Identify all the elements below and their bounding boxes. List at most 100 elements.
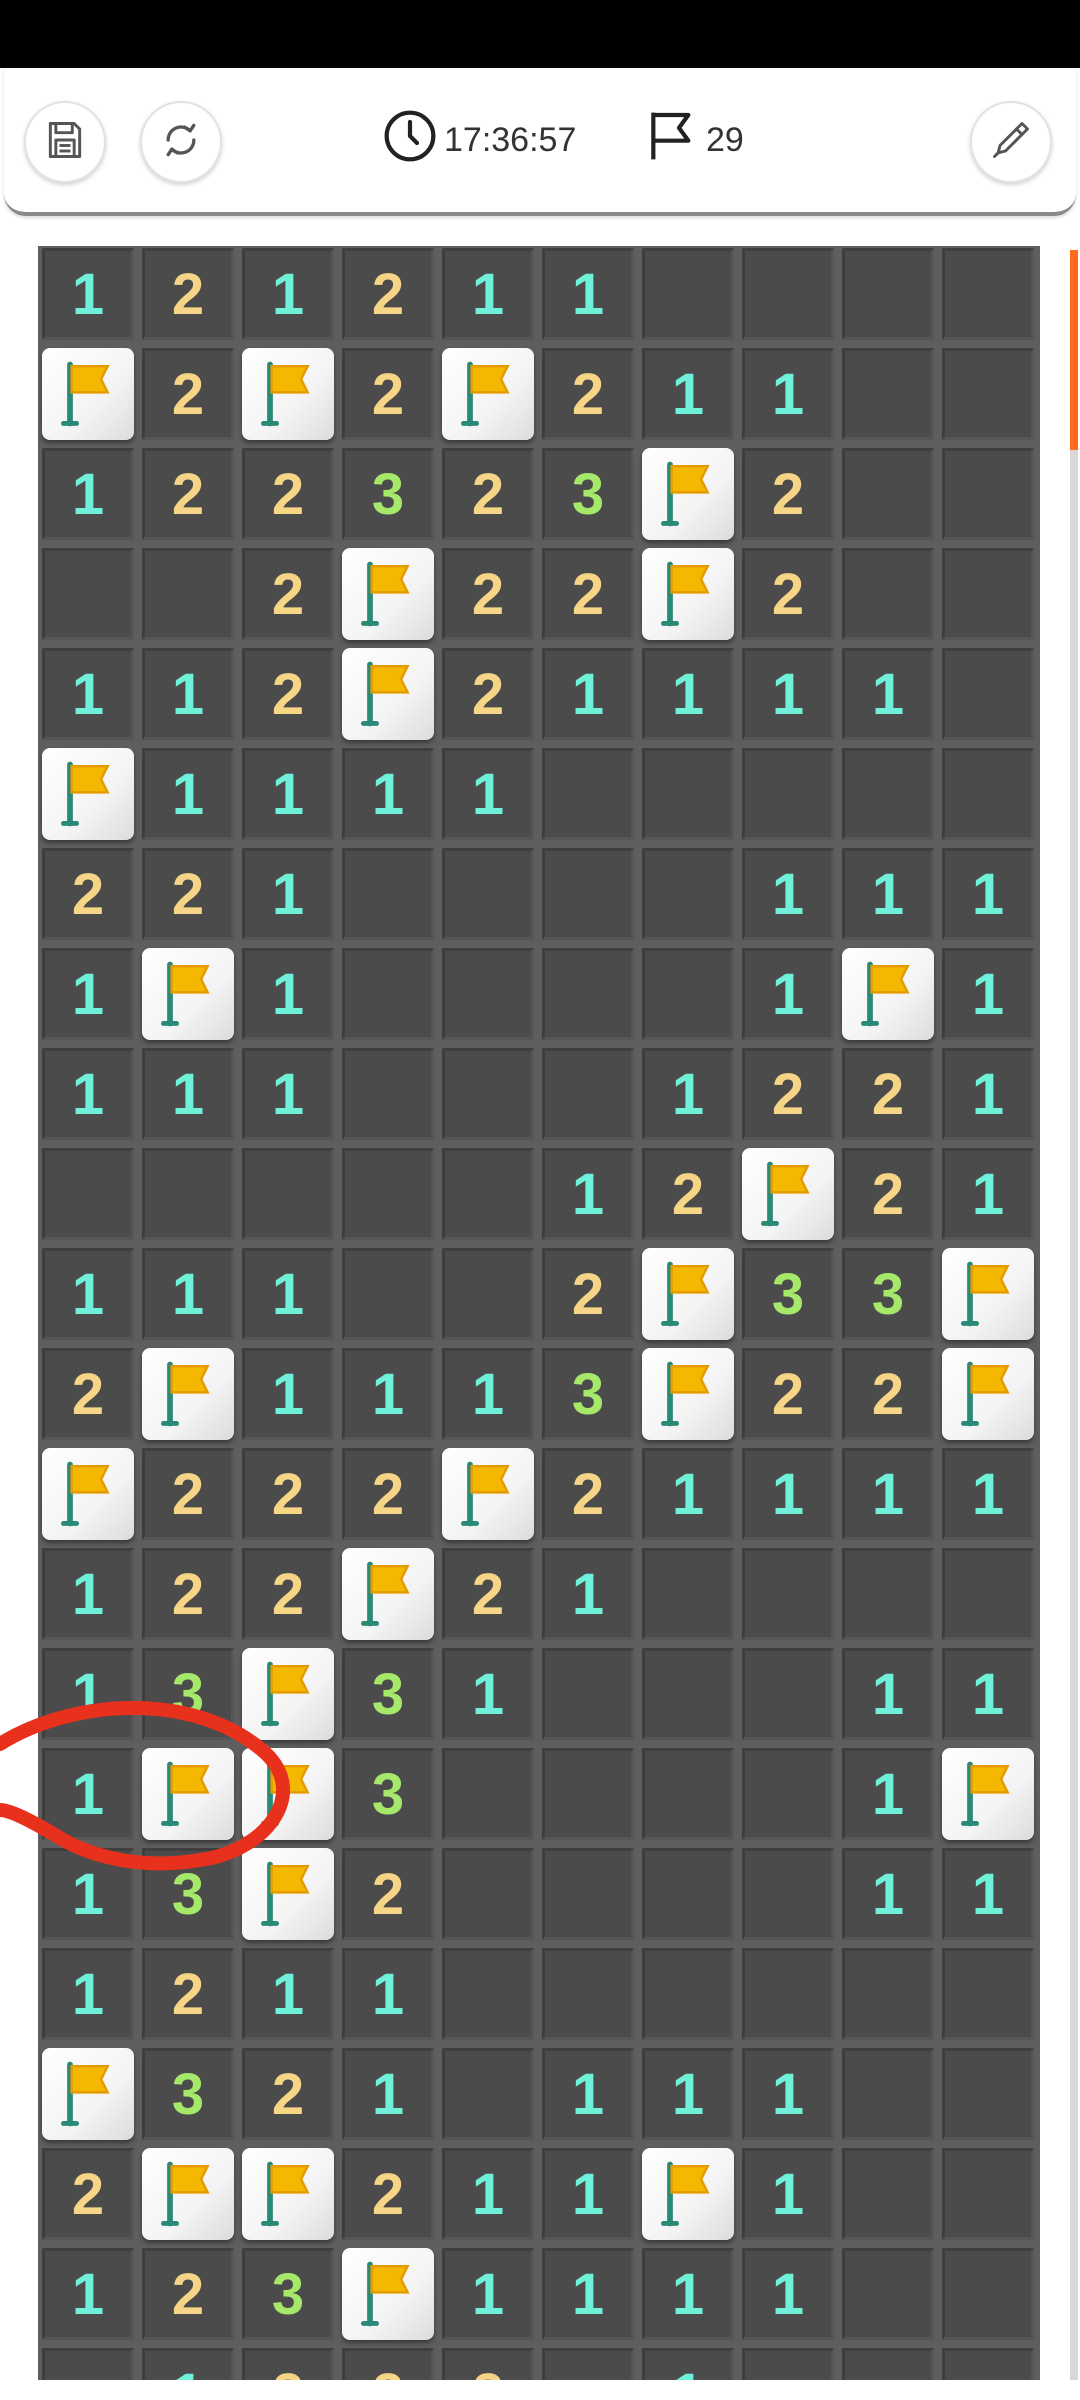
- number-cell[interactable]: 2: [342, 1448, 434, 1540]
- empty-cell[interactable]: [942, 1548, 1034, 1640]
- empty-cell[interactable]: [742, 1848, 834, 1940]
- empty-cell[interactable]: [342, 1148, 434, 1240]
- empty-cell[interactable]: [942, 548, 1034, 640]
- number-cell[interactable]: 1: [442, 248, 534, 340]
- flagged-cell[interactable]: [642, 2148, 734, 2240]
- number-cell[interactable]: 3: [342, 1748, 434, 1840]
- number-cell[interactable]: 1: [242, 248, 334, 340]
- empty-cell[interactable]: [842, 2148, 934, 2240]
- number-cell[interactable]: 1: [742, 648, 834, 740]
- number-cell[interactable]: 1: [542, 2248, 634, 2340]
- number-cell[interactable]: 2: [842, 1348, 934, 1440]
- number-cell[interactable]: 1: [742, 348, 834, 440]
- flagged-cell[interactable]: [642, 1348, 734, 1440]
- flagged-cell[interactable]: [142, 2148, 234, 2240]
- number-cell[interactable]: 1: [642, 348, 734, 440]
- number-cell[interactable]: 1: [42, 2248, 134, 2340]
- number-cell[interactable]: 1: [942, 1848, 1034, 1940]
- number-cell[interactable]: 1: [142, 2348, 234, 2380]
- number-cell[interactable]: 1: [642, 1448, 734, 1540]
- number-cell[interactable]: 1: [42, 1848, 134, 1940]
- empty-cell[interactable]: [642, 1648, 734, 1740]
- empty-cell[interactable]: [442, 1848, 534, 1940]
- number-cell[interactable]: 1: [842, 848, 934, 940]
- number-cell[interactable]: 1: [42, 248, 134, 340]
- empty-cell[interactable]: [942, 1948, 1034, 2040]
- empty-cell[interactable]: [42, 548, 134, 640]
- number-cell[interactable]: 1: [642, 1048, 734, 1140]
- empty-cell[interactable]: [942, 2248, 1034, 2340]
- scrollbar-thumb[interactable]: [1070, 250, 1078, 450]
- flagged-cell[interactable]: [142, 1748, 234, 1840]
- empty-cell[interactable]: [742, 248, 834, 340]
- empty-cell[interactable]: [642, 748, 734, 840]
- restart-button[interactable]: [140, 101, 222, 183]
- number-cell[interactable]: 2: [342, 348, 434, 440]
- number-cell[interactable]: 3: [742, 1248, 834, 1340]
- number-cell[interactable]: 2: [242, 1548, 334, 1640]
- number-cell[interactable]: 1: [742, 2048, 834, 2140]
- empty-cell[interactable]: [542, 1748, 634, 1840]
- number-cell[interactable]: 2: [242, 648, 334, 740]
- number-cell[interactable]: 2: [342, 2148, 434, 2240]
- empty-cell[interactable]: [542, 948, 634, 1040]
- number-cell[interactable]: 2: [442, 548, 534, 640]
- empty-cell[interactable]: [342, 1048, 434, 1140]
- empty-cell[interactable]: [842, 448, 934, 540]
- flagged-cell[interactable]: [142, 1348, 234, 1440]
- number-cell[interactable]: 2: [142, 1448, 234, 1540]
- number-cell[interactable]: 3: [142, 1848, 234, 1940]
- number-cell[interactable]: 1: [242, 1048, 334, 1140]
- number-cell[interactable]: 2: [142, 848, 234, 940]
- empty-cell[interactable]: [642, 848, 734, 940]
- number-cell[interactable]: 1: [642, 648, 734, 740]
- number-cell[interactable]: 2: [542, 548, 634, 640]
- number-cell[interactable]: 2: [542, 1448, 634, 1540]
- flagged-cell[interactable]: [342, 648, 434, 740]
- number-cell[interactable]: 2: [442, 2348, 534, 2380]
- number-cell[interactable]: 1: [442, 748, 534, 840]
- empty-cell[interactable]: [942, 248, 1034, 340]
- number-cell[interactable]: 1: [842, 1648, 934, 1740]
- empty-cell[interactable]: [842, 248, 934, 340]
- scrollbar-track[interactable]: [1070, 250, 1078, 2380]
- number-cell[interactable]: 2: [742, 1048, 834, 1140]
- number-cell[interactable]: 1: [742, 2248, 834, 2340]
- number-cell[interactable]: 2: [642, 1148, 734, 1240]
- number-cell[interactable]: 1: [942, 948, 1034, 1040]
- flagged-cell[interactable]: [342, 2248, 434, 2340]
- number-cell[interactable]: 1: [342, 748, 434, 840]
- tools-button[interactable]: [970, 101, 1052, 183]
- empty-cell[interactable]: [42, 1148, 134, 1240]
- flagged-cell[interactable]: [742, 1148, 834, 1240]
- number-cell[interactable]: 1: [42, 648, 134, 740]
- number-cell[interactable]: 1: [342, 1948, 434, 2040]
- empty-cell[interactable]: [542, 1948, 634, 2040]
- number-cell[interactable]: 2: [242, 2348, 334, 2380]
- empty-cell[interactable]: [942, 2348, 1034, 2380]
- flagged-cell[interactable]: [242, 1748, 334, 1840]
- number-cell[interactable]: 1: [942, 1448, 1034, 1540]
- number-cell[interactable]: 1: [742, 1448, 834, 1540]
- empty-cell[interactable]: [42, 2348, 134, 2380]
- empty-cell[interactable]: [542, 1648, 634, 1740]
- flagged-cell[interactable]: [242, 1848, 334, 1940]
- number-cell[interactable]: 3: [242, 2248, 334, 2340]
- empty-cell[interactable]: [742, 2348, 834, 2380]
- number-cell[interactable]: 2: [342, 248, 434, 340]
- number-cell[interactable]: 1: [542, 1548, 634, 1640]
- number-cell[interactable]: 2: [542, 1248, 634, 1340]
- empty-cell[interactable]: [942, 348, 1034, 440]
- number-cell[interactable]: 1: [842, 1748, 934, 1840]
- empty-cell[interactable]: [742, 1648, 834, 1740]
- empty-cell[interactable]: [542, 748, 634, 840]
- flagged-cell[interactable]: [242, 348, 334, 440]
- number-cell[interactable]: 1: [42, 948, 134, 1040]
- empty-cell[interactable]: [842, 1548, 934, 1640]
- number-cell[interactable]: 1: [542, 2148, 634, 2240]
- flagged-cell[interactable]: [42, 1448, 134, 1540]
- number-cell[interactable]: 1: [842, 1448, 934, 1540]
- number-cell[interactable]: 1: [342, 2048, 434, 2140]
- number-cell[interactable]: 2: [42, 2148, 134, 2240]
- flagged-cell[interactable]: [642, 1248, 734, 1340]
